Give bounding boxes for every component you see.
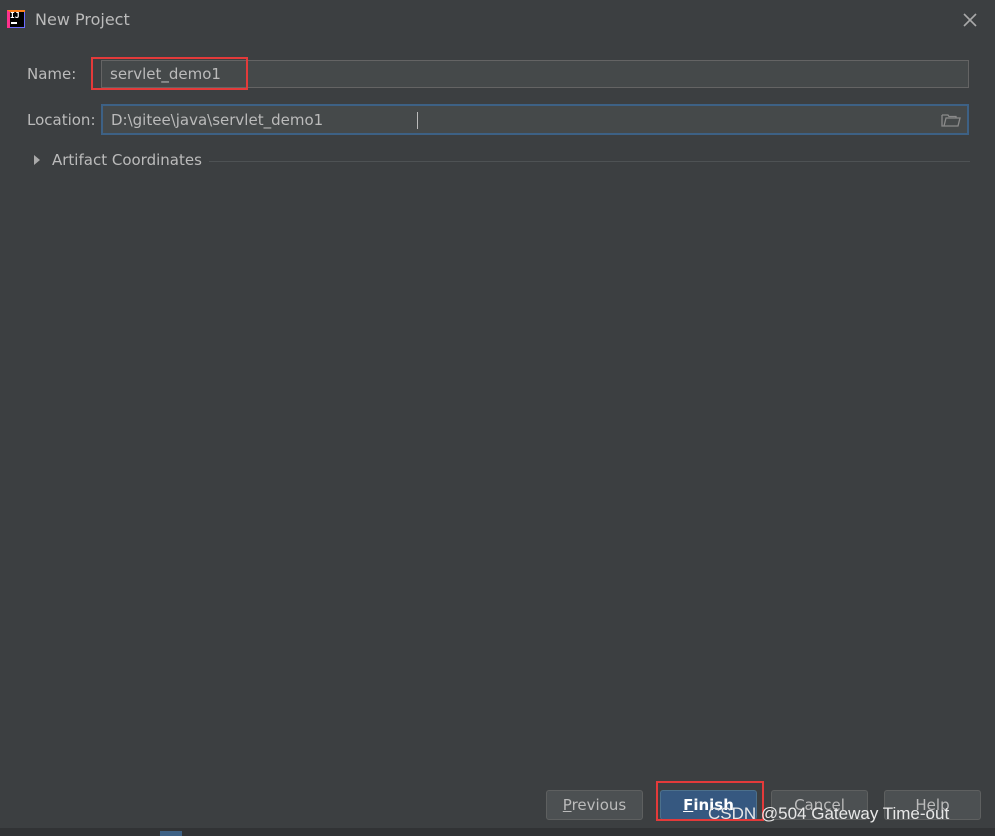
- previous-label: revious: [571, 796, 627, 814]
- title-bar: IJ New Project: [0, 0, 995, 40]
- location-input[interactable]: [111, 106, 911, 133]
- close-icon[interactable]: [958, 8, 982, 32]
- name-label: Name:: [27, 65, 77, 83]
- artifact-coordinates-label[interactable]: Artifact Coordinates: [52, 151, 202, 169]
- folder-icon[interactable]: [941, 112, 961, 128]
- watermark: CSDN @504 Gateway Time-out: [708, 804, 950, 823]
- new-project-dialog: IJ New Project Name: Location: Artifact …: [0, 0, 995, 836]
- intellij-icon: IJ: [7, 10, 25, 28]
- location-field[interactable]: [101, 104, 969, 135]
- artifact-coordinates-section[interactable]: Artifact Coordinates: [32, 150, 970, 172]
- name-field[interactable]: [101, 60, 969, 88]
- previous-button[interactable]: Previous: [546, 790, 643, 820]
- bottom-strip: [0, 828, 995, 836]
- window-title: New Project: [35, 10, 130, 29]
- location-label: Location:: [27, 111, 96, 129]
- name-input[interactable]: [110, 61, 910, 87]
- finish-mnemonic: F: [683, 796, 694, 814]
- text-caret: [417, 112, 418, 129]
- expand-arrow-icon[interactable]: [34, 155, 40, 165]
- previous-mnemonic: P: [562, 796, 572, 814]
- section-divider: [209, 161, 970, 162]
